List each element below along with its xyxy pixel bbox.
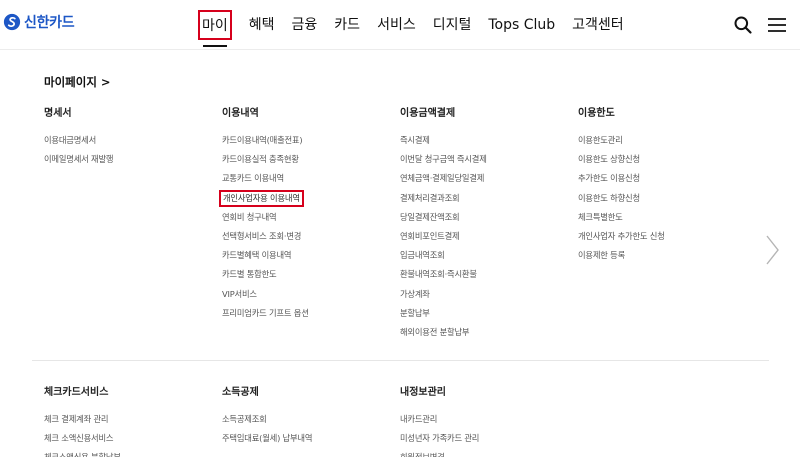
menu-item[interactable]: 카드별혜택 이용내역	[222, 246, 309, 265]
menu-item[interactable]: 프리미엄카드 기프트 옵션	[222, 304, 309, 323]
menu-item[interactable]: 미성년자 가족카드 관리	[400, 429, 479, 448]
section-usage-limit: 이용한도 이용한도관리 이용한도 상향신청 추가한도 이용신청 이용한도 하향신…	[578, 107, 665, 265]
nav-item-customer-center[interactable]: 고객센터	[572, 8, 624, 42]
menu-item[interactable]: 개인사업자 추가한도 신청	[578, 227, 665, 246]
nav-item-benefits[interactable]: 혜택	[249, 8, 275, 42]
menu-item[interactable]: 즉시결제	[400, 131, 487, 150]
section-income-deduction: 소득공제 소득공제조회 주택임대료(월세) 납부내역	[222, 386, 312, 448]
menu-item[interactable]: 이용한도관리	[578, 131, 665, 150]
menu-item[interactable]: 선택형서비스 조회·변경	[222, 227, 309, 246]
section-title: 내정보관리	[400, 387, 446, 398]
brand-logo[interactable]: 신한카드	[3, 12, 75, 32]
section-check-card-service: 체크카드서비스 체크 결제계좌 관리 체크 소액신용서비스 체크소액신용 분할납…	[44, 386, 121, 457]
menu-item[interactable]: 당일결제잔액조회	[400, 208, 487, 227]
menu-item[interactable]: 소득공제조회	[222, 410, 312, 429]
menu-item[interactable]: 해외이용전 분할납부	[400, 323, 487, 342]
menu-item[interactable]: 주택임대료(월세) 납부내역	[222, 429, 312, 448]
nav-item-finance[interactable]: 금융	[292, 8, 318, 42]
search-icon[interactable]	[733, 15, 753, 35]
brand-name: 신한카드	[24, 15, 75, 31]
menu-item[interactable]: 가상계좌	[400, 285, 487, 304]
chevron-right-icon[interactable]	[763, 234, 781, 266]
nav-item-my[interactable]: 마이	[198, 10, 232, 47]
section-title: 체크카드서비스	[44, 387, 109, 398]
section-usage-history: 이용내역 카드이용내역(매출전표) 카드이용실적 충족현황 교통카드 이용내역 …	[219, 107, 309, 323]
shinhan-logo-icon	[3, 13, 21, 31]
menu-item[interactable]: VIP서비스	[222, 285, 309, 304]
menu-item[interactable]: 연회비포인트결제	[400, 227, 487, 246]
menu-item[interactable]: 체크소액신용 분할납부	[44, 448, 121, 457]
section-payment: 이용금액결제 즉시결제 이번달 청구금액 즉시결제 연체금액·결제일당일결제 결…	[400, 107, 487, 342]
section-statement: 명세서 이용대금명세서 이메일명세서 재발행	[44, 107, 114, 169]
menu-item[interactable]: 분할납부	[400, 304, 487, 323]
menu-item[interactable]: 환불내역조회·즉시환불	[400, 265, 487, 284]
menu-item[interactable]: 연체금액·결제일당일결제	[400, 169, 487, 188]
menu-item[interactable]: 입금내역조회	[400, 246, 487, 265]
menu-item[interactable]: 결제처리결과조회	[400, 189, 487, 208]
menu-item[interactable]: 체크 소액신용서비스	[44, 429, 121, 448]
section-title: 명세서	[44, 108, 72, 119]
hamburger-menu-icon[interactable]	[767, 16, 787, 34]
menu-item-business-usage-highlighted[interactable]: 개인사업자용 이용내역	[219, 189, 304, 207]
section-title: 이용내역	[222, 108, 259, 119]
section-title: 이용한도	[578, 108, 615, 119]
menu-item[interactable]: 추가한도 이용신청	[578, 169, 665, 188]
menu-item[interactable]: 내카드관리	[400, 410, 479, 429]
menu-item[interactable]: 이메일명세서 재발행	[44, 150, 114, 169]
menu-item[interactable]: 이용한도 하향신청	[578, 189, 665, 208]
menu-item[interactable]: 회원정보변경	[400, 448, 479, 457]
menu-item[interactable]: 체크특별한도	[578, 208, 665, 227]
global-nav: 마이 혜택 금융 카드 서비스 디지털 Tops Club 고객센터	[198, 8, 641, 47]
menu-item[interactable]: 이용한도 상향신청	[578, 150, 665, 169]
section-title: 소득공제	[222, 387, 259, 398]
menu-item[interactable]: 연회비 청구내역	[222, 208, 309, 227]
menu-item[interactable]: 이용대금명세서	[44, 131, 113, 150]
menu-item[interactable]: 이번달 청구금액 즉시결제	[400, 150, 487, 169]
menu-item[interactable]: 체크 결제계좌 관리	[44, 410, 121, 429]
menu-item[interactable]: 교통카드 이용내역	[222, 169, 309, 188]
section-title: 이용금액결제	[400, 108, 456, 119]
section-my-info: 내정보관리 내카드관리 미성년자 가족카드 관리 회원정보변경	[400, 386, 479, 457]
nav-item-digital[interactable]: 디지털	[433, 8, 472, 42]
menu-item[interactable]: 카드별 통합한도	[222, 265, 309, 284]
menu-item[interactable]: 이용제한 등록	[578, 246, 665, 265]
global-header: 신한카드 마이 혜택 금융 카드 서비스 디지털 Tops Club 고객센터	[0, 0, 800, 50]
menu-item[interactable]: 카드이용내역(매출전표)	[222, 131, 309, 150]
nav-item-tops-club[interactable]: Tops Club	[488, 8, 555, 42]
menu-item-row: 개인사업자용 이용내역	[219, 189, 309, 208]
section-divider	[32, 360, 769, 361]
menu-item[interactable]: 카드이용실적 충족현황	[222, 150, 309, 169]
nav-item-card[interactable]: 카드	[334, 8, 360, 42]
mypage-link[interactable]: 마이페이지 >	[44, 74, 111, 90]
nav-item-service[interactable]: 서비스	[377, 8, 416, 42]
